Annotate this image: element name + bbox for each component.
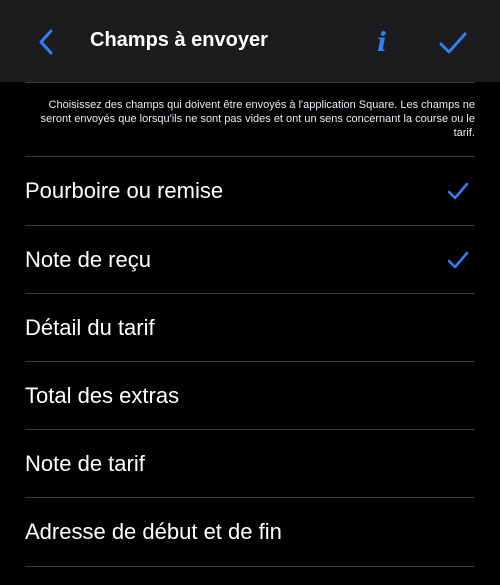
field-row-detail-du-tarif[interactable]: Détail du tarif <box>0 294 500 362</box>
field-label: Total des extras <box>25 383 180 408</box>
navigation-bar: Champs à envoyer i <box>0 0 500 82</box>
chevron-left-icon <box>39 29 53 55</box>
done-button[interactable] <box>436 26 470 60</box>
description-text: Choisissez des champs qui doivent être e… <box>40 99 475 139</box>
info-icon: i <box>377 28 387 58</box>
field-label: Détail du tarif <box>25 315 155 340</box>
field-label: Note de reçu <box>25 247 151 272</box>
info-button[interactable]: i <box>366 26 398 60</box>
checkmark-icon <box>439 32 467 54</box>
field-row-total-des-extras[interactable]: Total des extras <box>0 362 500 430</box>
checkmark-icon <box>446 248 470 272</box>
field-row-note-de-tarif[interactable]: Note de tarif <box>0 430 500 498</box>
checkmark-icon <box>446 179 470 203</box>
page-title: Champs à envoyer <box>90 29 268 51</box>
row-divider <box>25 566 475 567</box>
header-divider <box>25 82 475 83</box>
back-button[interactable] <box>30 26 62 58</box>
field-label: Adresse de début et de fin <box>25 519 282 544</box>
field-label: Pourboire ou remise <box>25 178 224 203</box>
field-row-pourboire[interactable]: Pourboire ou remise <box>0 157 500 225</box>
field-label: Note de tarif <box>25 451 145 476</box>
field-row-note-de-recu[interactable]: Note de reçu <box>0 226 500 294</box>
field-row-adresse[interactable]: Adresse de début et de fin <box>0 498 500 566</box>
